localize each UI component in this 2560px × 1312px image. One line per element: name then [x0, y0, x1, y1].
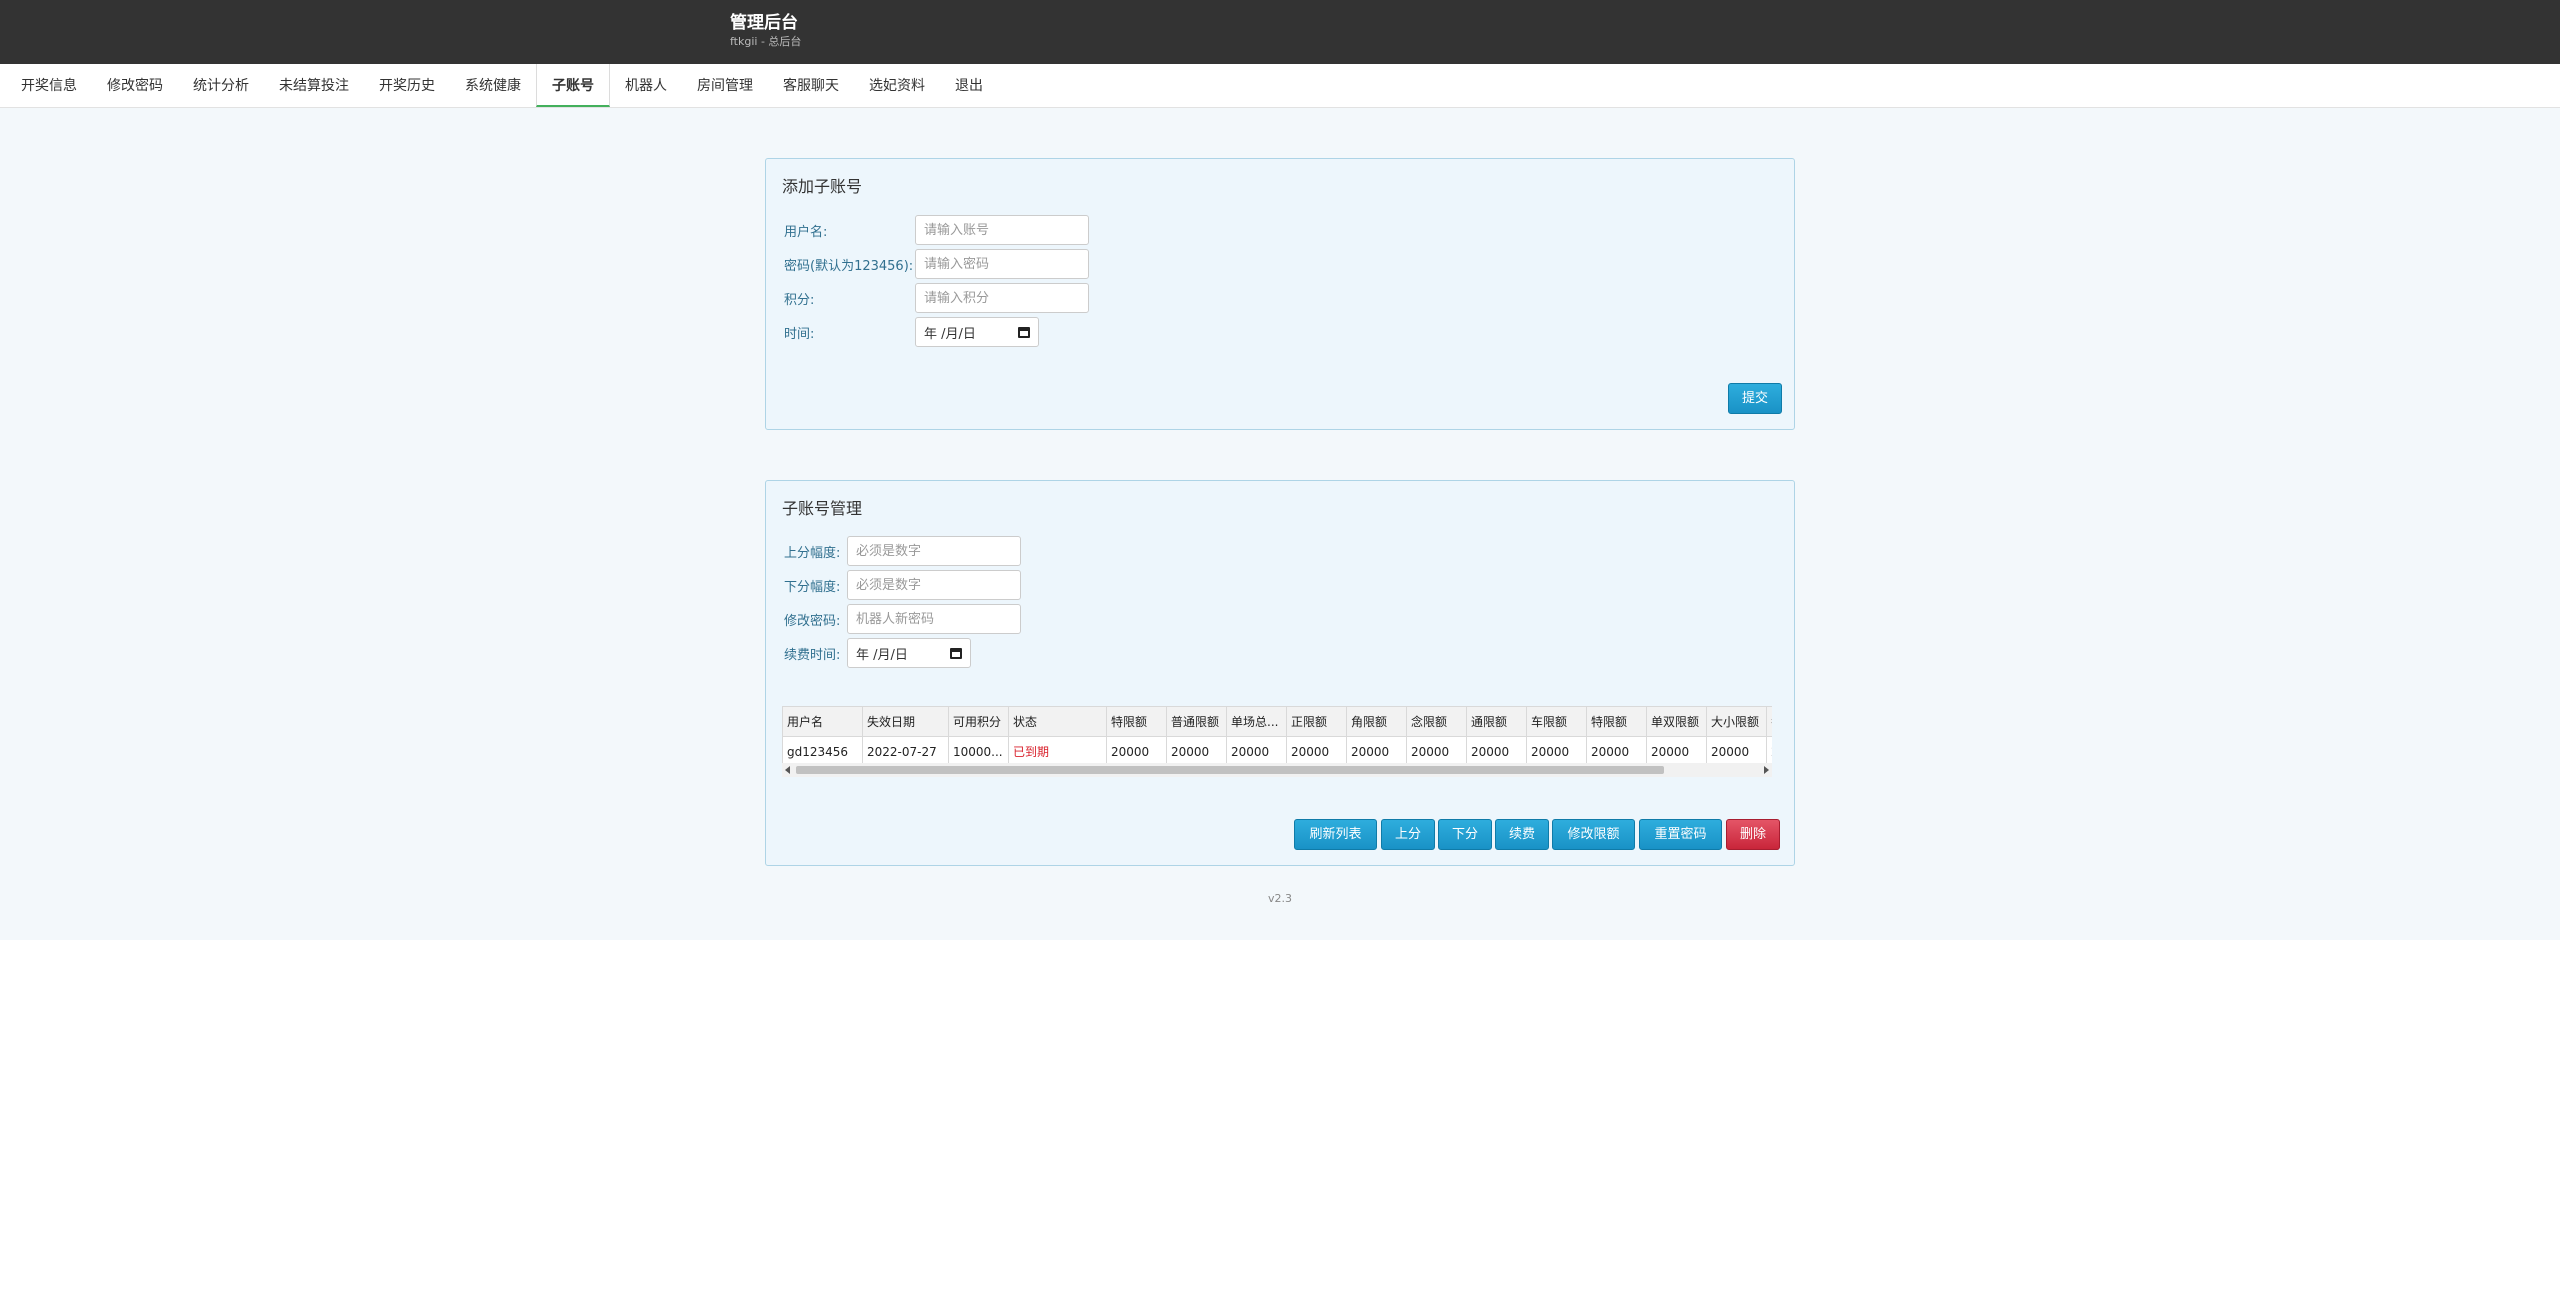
app-subtitle: ftkgii - 总后台 [730, 35, 802, 48]
up-amount-label: 上分幅度: [784, 545, 841, 561]
time-label: 时间: [784, 326, 815, 342]
cell-limit: 20000 [1646, 736, 1707, 767]
column-header[interactable]: 单场总... [1226, 706, 1287, 737]
cell-limit: 20000 [1466, 736, 1527, 767]
tab-statistics[interactable]: 统计分析 [178, 64, 264, 107]
points-input[interactable] [915, 283, 1089, 313]
cell-limit: 2 [1765, 736, 1772, 767]
time-date-input[interactable]: 年 /月/日 [915, 317, 1039, 347]
tab-logout[interactable]: 退出 [940, 64, 998, 107]
column-header[interactable]: 单双限额 [1646, 706, 1707, 737]
app-title: 管理后台 [730, 13, 798, 33]
tab-change-password[interactable]: 修改密码 [92, 64, 178, 107]
edit-limits-button[interactable]: 修改限额 [1552, 819, 1635, 850]
tab-lottery-info[interactable]: 开奖信息 [6, 64, 92, 107]
username-input[interactable] [915, 215, 1089, 245]
deduct-points-button[interactable]: 下分 [1438, 819, 1492, 850]
up-amount-row: 上分幅度: [784, 536, 1021, 566]
time-row: 时间: 年 /月/日 [784, 317, 1039, 347]
scroll-right-arrow-icon[interactable] [1764, 766, 1769, 774]
password-input[interactable] [915, 249, 1089, 279]
tab-room-management[interactable]: 房间管理 [682, 64, 768, 107]
down-amount-row: 下分幅度: [784, 570, 1021, 600]
cell-points: 10000... [948, 736, 1009, 767]
column-header[interactable]: 普通限额 [1166, 706, 1227, 737]
panel-title: 子账号管理 [782, 499, 863, 518]
tab-lottery-history[interactable]: 开奖历史 [364, 64, 450, 107]
column-header[interactable]: 特限额 [1586, 706, 1647, 737]
cell-status: 已到期 [1008, 736, 1107, 767]
sub-account-management-panel: 子账号管理 上分幅度: 下分幅度: 修改密码: 续费时间: 年 /月/日 用 [765, 480, 1795, 866]
up-amount-input[interactable] [847, 536, 1021, 566]
tab-robots[interactable]: 机器人 [610, 64, 682, 107]
points-label: 积分: [784, 292, 815, 308]
scrollbar-thumb[interactable] [796, 766, 1664, 774]
add-points-button[interactable]: 上分 [1381, 819, 1435, 850]
column-header[interactable]: 失效日期 [862, 706, 949, 737]
cell-expiry-date: 2022-07-27 [862, 736, 949, 767]
add-sub-account-panel: 添加子账号 用户名: 密码(默认为123456): 积分: 时间: 年 /月/日… [765, 158, 1795, 430]
column-header[interactable]: 用户名 [782, 706, 863, 737]
table-header-row: 用户名 失效日期 可用积分 状态 特限额 普通限额 单场总... 正限额 角限额… [782, 706, 1772, 737]
column-header[interactable]: 可用积分 [948, 706, 1009, 737]
cell-limit: 20000 [1526, 736, 1587, 767]
calendar-icon[interactable] [1018, 326, 1030, 338]
username-row: 用户名: [784, 215, 1089, 245]
password-row: 密码(默认为123456): [784, 249, 1089, 279]
cell-username: gd123456 [782, 736, 863, 767]
renew-time-row: 续费时间: 年 /月/日 [784, 638, 971, 668]
cell-limit: 20000 [1586, 736, 1647, 767]
date-placeholder: 年 /月/日 [924, 326, 976, 342]
panel-title: 添加子账号 [782, 177, 863, 196]
refresh-list-button[interactable]: 刷新列表 [1294, 819, 1377, 850]
password-label: 密码(默认为123456): [784, 258, 914, 274]
table-row[interactable]: gd123456 2022-07-27 10000... 已到期 20000 2… [782, 736, 1772, 767]
reset-password-button[interactable]: 重置密码 [1639, 819, 1722, 850]
renew-time-label: 续费时间: [784, 647, 841, 663]
top-bar: 管理后台 ftkgii - 总后台 [0, 0, 2560, 64]
change-password-row: 修改密码: [784, 604, 1021, 634]
submit-button[interactable]: 提交 [1728, 383, 1782, 414]
calendar-icon[interactable] [950, 647, 962, 659]
delete-button[interactable]: 删除 [1726, 819, 1780, 850]
cell-limit: 20000 [1706, 736, 1767, 767]
cell-limit: 20000 [1166, 736, 1227, 767]
column-header[interactable]: 番 [1765, 706, 1772, 737]
scroll-left-arrow-icon[interactable] [785, 766, 790, 774]
cell-limit: 20000 [1286, 736, 1347, 767]
column-header[interactable]: 车限额 [1526, 706, 1587, 737]
sub-account-table: 用户名 失效日期 可用积分 状态 特限额 普通限额 单场总... 正限额 角限额… [782, 706, 1772, 767]
brand: 管理后台 ftkgii - 总后台 [730, 12, 801, 50]
cell-limit: 20000 [1406, 736, 1467, 767]
nav-tabs: 开奖信息 修改密码 统计分析 未结算投注 开奖历史 系统健康 子账号 机器人 房… [0, 64, 2560, 108]
down-amount-input[interactable] [847, 570, 1021, 600]
column-header[interactable]: 念限额 [1406, 706, 1467, 737]
username-label: 用户名: [784, 224, 828, 240]
cell-limit: 20000 [1106, 736, 1167, 767]
tab-support-chat[interactable]: 客服聊天 [768, 64, 854, 107]
tab-sub-accounts[interactable]: 子账号 [536, 64, 610, 107]
renew-date-input[interactable]: 年 /月/日 [847, 638, 971, 668]
renew-button[interactable]: 续费 [1495, 819, 1549, 850]
date-placeholder: 年 /月/日 [856, 647, 908, 663]
column-header[interactable]: 状态 [1008, 706, 1107, 737]
column-header[interactable]: 特限额 [1106, 706, 1167, 737]
down-amount-label: 下分幅度: [784, 579, 841, 595]
main-content: 添加子账号 用户名: 密码(默认为123456): 积分: 时间: 年 /月/日… [0, 108, 2560, 940]
tab-unsettled-bets[interactable]: 未结算投注 [264, 64, 364, 107]
cell-limit: 20000 [1226, 736, 1287, 767]
version-label: v2.3 [1267, 892, 1292, 905]
column-header[interactable]: 大小限额 [1706, 706, 1767, 737]
column-header[interactable]: 正限额 [1286, 706, 1347, 737]
column-header[interactable]: 角限额 [1346, 706, 1407, 737]
tab-profiles[interactable]: 选妃资料 [854, 64, 940, 107]
tab-system-health[interactable]: 系统健康 [450, 64, 536, 107]
column-header[interactable]: 通限额 [1466, 706, 1527, 737]
change-password-label: 修改密码: [784, 613, 841, 629]
robot-password-input[interactable] [847, 604, 1021, 634]
points-row: 积分: [784, 283, 1089, 313]
cell-limit: 20000 [1346, 736, 1407, 767]
table-horizontal-scrollbar[interactable] [782, 763, 1772, 777]
